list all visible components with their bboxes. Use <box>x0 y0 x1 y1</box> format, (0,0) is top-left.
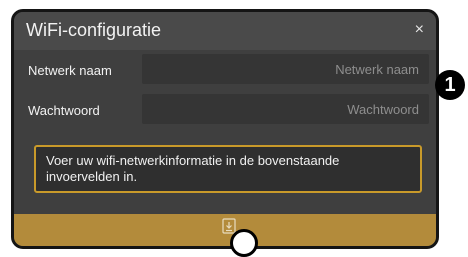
network-name-row: Netwerk naam <box>14 54 436 88</box>
dialog-titlebar: WiFi-configuratie × <box>14 12 436 50</box>
dialog-title: WiFi-configuratie <box>26 20 162 40</box>
close-icon[interactable]: × <box>415 21 424 39</box>
password-input[interactable] <box>142 94 429 124</box>
network-name-label: Netwerk naam <box>28 63 112 78</box>
network-name-input[interactable] <box>142 54 429 84</box>
password-label: Wachtwoord <box>28 103 100 118</box>
callout-badge-1: 1 <box>435 70 465 100</box>
callout-badge-2 <box>230 229 258 257</box>
password-row: Wachtwoord <box>14 94 436 128</box>
wifi-config-dialog: WiFi-configuratie × Netwerk naam Wachtwo… <box>11 9 439 249</box>
info-message: Voer uw wifi-netwerkinformatie in de bov… <box>34 145 422 193</box>
